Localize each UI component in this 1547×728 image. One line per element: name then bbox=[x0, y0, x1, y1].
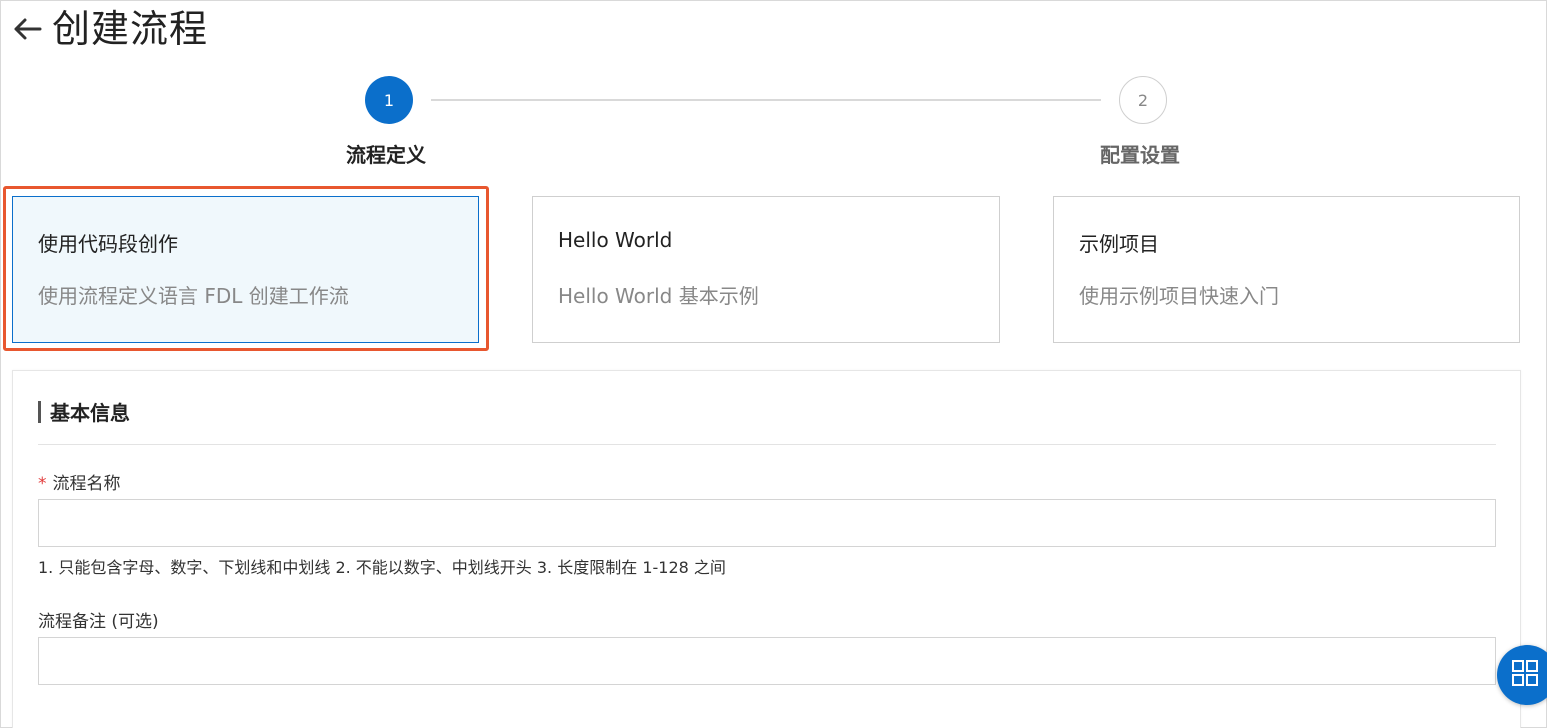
arrow-left-icon[interactable] bbox=[10, 12, 44, 46]
required-mark: * bbox=[38, 474, 47, 494]
flow-name-label: * 流程名称 bbox=[38, 469, 121, 494]
template-card-code-snippet[interactable]: 使用代码段创作 使用流程定义语言 FDL 创建工作流 bbox=[12, 196, 479, 343]
section-title: 基本信息 bbox=[50, 401, 130, 425]
step-connector bbox=[431, 99, 1101, 101]
flow-name-label-text: 流程名称 bbox=[52, 474, 121, 494]
step-1-indicator: 1 bbox=[365, 76, 413, 124]
flow-name-input[interactable] bbox=[38, 499, 1496, 547]
flow-note-input[interactable] bbox=[38, 637, 1496, 685]
template-card-description: 使用流程定义语言 FDL 创建工作流 bbox=[38, 284, 349, 308]
grid-apps-icon bbox=[1512, 660, 1538, 690]
section-bar bbox=[38, 400, 41, 423]
page-header: 创建流程 bbox=[10, 4, 208, 54]
template-card-sample-project[interactable]: 示例项目 使用示例项目快速入门 bbox=[1053, 196, 1520, 343]
template-card-title: 示例项目 bbox=[1079, 232, 1159, 256]
step-1-label: 流程定义 bbox=[346, 143, 426, 167]
template-card-description: Hello World 基本示例 bbox=[558, 284, 759, 308]
step-2-indicator: 2 bbox=[1119, 76, 1167, 124]
flow-name-hint: 1. 只能包含字母、数字、下划线和中划线 2. 不能以数字、中划线开头 3. 长… bbox=[38, 558, 726, 577]
section-header: 基本信息 bbox=[38, 397, 130, 426]
page-title: 创建流程 bbox=[52, 7, 209, 51]
section-divider bbox=[38, 444, 1496, 445]
template-card-title: 使用代码段创作 bbox=[38, 232, 178, 256]
template-card-hello-world[interactable]: Hello World Hello World 基本示例 bbox=[532, 196, 1000, 343]
template-card-title: Hello World bbox=[558, 228, 673, 252]
template-card-description: 使用示例项目快速入门 bbox=[1079, 284, 1279, 308]
step-2-label: 配置设置 bbox=[1100, 143, 1180, 167]
flow-note-label: 流程备注 (可选) bbox=[38, 612, 159, 632]
basic-info-panel: 基本信息 * 流程名称 1. 只能包含字母、数字、下划线和中划线 2. 不能以数字… bbox=[12, 370, 1521, 728]
